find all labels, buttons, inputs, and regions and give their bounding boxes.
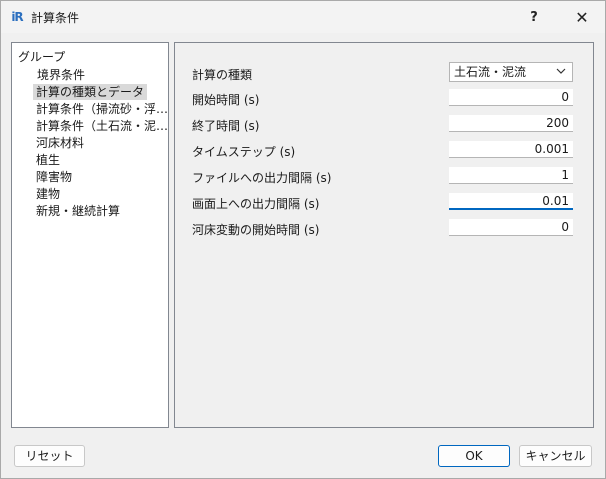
time-step-label: タイムステップ (s)	[192, 145, 296, 159]
screen-output-interval-input[interactable]: 0.01	[449, 193, 573, 210]
start-time-label: 開始時間 (s)	[192, 93, 260, 107]
calc-type-label: 計算の種類	[192, 68, 253, 82]
cancel-button[interactable]: キャンセル	[519, 445, 592, 467]
tree-item[interactable]: 河床材料	[33, 135, 87, 151]
tree-item[interactable]: 植生	[33, 152, 63, 168]
bed-change-start-label: 河床変動の開始時間 (s)	[192, 223, 320, 237]
file-output-interval-input[interactable]: 1	[449, 167, 573, 184]
tree-item[interactable]: 計算条件（掃流砂・浮…	[33, 101, 167, 117]
bed-change-start-input[interactable]: 0	[449, 219, 573, 236]
reset-button[interactable]: リセット	[14, 445, 85, 467]
title-bar: iR 計算条件 ? ✕	[1, 1, 605, 33]
tree-item[interactable]: 建物	[33, 186, 63, 202]
tree-item[interactable]: 境界条件	[34, 67, 88, 83]
tree-item[interactable]: 計算の種類とデータ	[33, 84, 148, 100]
screen-output-interval-label: 画面上への出力間隔 (s)	[192, 197, 320, 211]
file-output-interval-label: ファイルへの出力間隔 (s)	[192, 171, 332, 185]
ok-button[interactable]: OK	[438, 445, 510, 467]
end-time-label: 終了時間 (s)	[192, 119, 260, 133]
app-logo-icon: iR	[11, 10, 23, 24]
start-time-input[interactable]: 0	[449, 89, 573, 106]
tree-item[interactable]: 計算条件（土石流・泥…	[33, 118, 167, 134]
help-button[interactable]: ?	[511, 1, 557, 33]
time-step-input[interactable]: 0.001	[449, 141, 573, 158]
close-button[interactable]: ✕	[559, 1, 605, 33]
window-title: 計算条件	[31, 11, 80, 25]
end-time-input[interactable]: 200	[449, 115, 573, 132]
calc-type-value: 土石流・泥流	[454, 65, 527, 79]
calc-type-select[interactable]: 土石流・泥流	[449, 62, 573, 82]
tree-item[interactable]: 新規・継続計算	[33, 203, 123, 219]
tree-item[interactable]: 障害物	[33, 169, 75, 185]
chevron-down-icon	[556, 68, 566, 74]
group-tree-header: グループ	[18, 50, 66, 64]
